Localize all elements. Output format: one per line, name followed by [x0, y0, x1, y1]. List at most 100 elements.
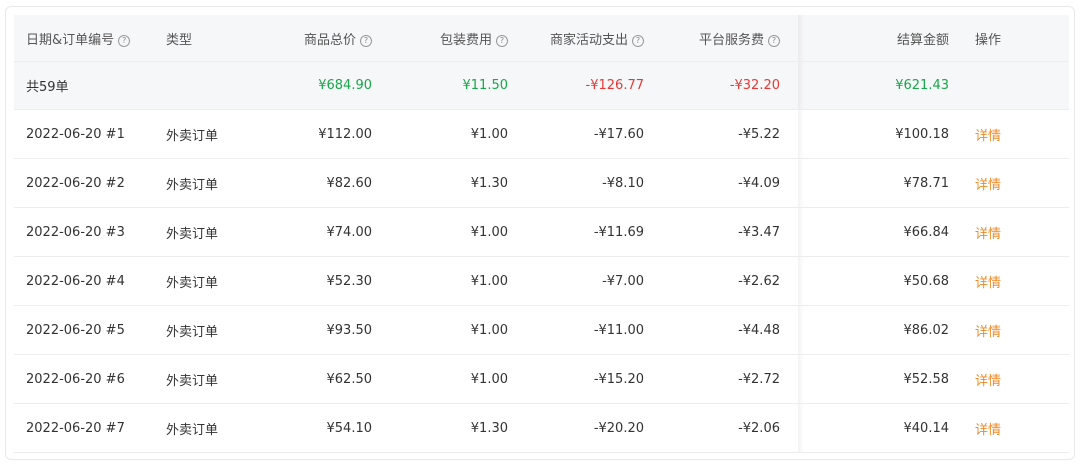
cell-action: 详情 [967, 207, 1069, 257]
table-row: 2022-06-20 #5 外卖订单 ¥93.50 ¥1.00 -¥11.00 -¥4.4… [14, 305, 1069, 355]
detail-link[interactable]: 详情 [975, 227, 1001, 242]
cell-packing-fee: ¥1.00 [390, 256, 526, 306]
cell-platform-fee: -¥2.62 [662, 256, 798, 306]
column-header-settlement: 结算金额 [798, 15, 967, 62]
cell-packing-fee: ¥1.00 [390, 109, 526, 159]
cell-date-order: 2022-06-20 #2 [14, 158, 154, 208]
cell-action: 详情 [967, 354, 1069, 404]
cell-action: 详情 [967, 305, 1069, 355]
detail-link[interactable]: 详情 [975, 325, 1001, 340]
column-header-date-order: 日期&订单编号? [14, 15, 154, 62]
cell-settlement: ¥86.02 [798, 305, 967, 355]
summary-order-count: 共59单 [14, 61, 154, 110]
cell-date-order: 2022-06-20 #6 [14, 354, 154, 404]
cell-action: 详情 [967, 403, 1069, 453]
cell-goods-total: ¥54.10 [254, 403, 390, 453]
cell-type: 外卖订单 [154, 403, 254, 453]
cell-goods-total: ¥82.60 [254, 158, 390, 208]
order-settlement-table: 日期&订单编号? 类型 商品总价? 包装费用? 商家活动支出? 平台服务费? 结… [14, 15, 1069, 453]
column-header-label: 平台服务费 [698, 32, 764, 48]
column-header-label: 操作 [975, 32, 1002, 48]
summary-type-empty [154, 61, 254, 110]
cell-settlement: ¥50.68 [798, 256, 967, 306]
table-row: 2022-06-20 #1 外卖订单 ¥112.00 ¥1.00 -¥17.60 -¥5.… [14, 109, 1069, 159]
column-header-label: 包装费用 [439, 32, 492, 48]
help-icon[interactable]: ? [496, 34, 508, 47]
cell-action: 详情 [967, 109, 1069, 159]
cell-type: 外卖订单 [154, 305, 254, 355]
column-header-goods-total: 商品总价? [254, 15, 390, 62]
cell-date-order: 2022-06-20 #3 [14, 207, 154, 257]
cell-packing-fee: ¥1.00 [390, 207, 526, 257]
cell-packing-fee: ¥1.30 [390, 158, 526, 208]
cell-settlement: ¥52.58 [798, 354, 967, 404]
summary-packing-fee: ¥11.50 [390, 61, 526, 110]
detail-link[interactable]: 详情 [975, 129, 1001, 144]
detail-link[interactable]: 详情 [975, 374, 1001, 389]
table-row: 2022-06-20 #2 外卖订单 ¥82.60 ¥1.30 -¥8.10 -¥4.09… [14, 158, 1069, 208]
column-header-packing-fee: 包装费用? [390, 15, 526, 62]
cell-type: 外卖订单 [154, 354, 254, 404]
column-header-label: 结算金额 [896, 32, 949, 48]
table-row: 2022-06-20 #3 外卖订单 ¥74.00 ¥1.00 -¥11.69 -¥3.4… [14, 207, 1069, 257]
cell-merchant-activity: -¥8.10 [526, 158, 662, 208]
help-icon[interactable]: ? [360, 34, 372, 47]
cell-platform-fee: -¥4.09 [662, 158, 798, 208]
cell-platform-fee: -¥2.72 [662, 354, 798, 404]
column-header-action: 操作 [967, 15, 1069, 62]
cell-goods-total: ¥52.30 [254, 256, 390, 306]
cell-goods-total: ¥62.50 [254, 354, 390, 404]
cell-action: 详情 [967, 158, 1069, 208]
detail-link[interactable]: 详情 [975, 178, 1001, 193]
cell-platform-fee: -¥2.06 [662, 403, 798, 453]
cell-packing-fee: ¥1.00 [390, 305, 526, 355]
summary-settlement: ¥621.43 [798, 61, 967, 110]
cell-type: 外卖订单 [154, 207, 254, 257]
column-header-merchant-activity: 商家活动支出? [526, 15, 662, 62]
cell-goods-total: ¥112.00 [254, 109, 390, 159]
cell-type: 外卖订单 [154, 256, 254, 306]
help-icon[interactable]: ? [768, 34, 780, 47]
help-icon[interactable]: ? [632, 34, 644, 47]
cell-packing-fee: ¥1.30 [390, 403, 526, 453]
column-header-label: 商家活动支出 [549, 32, 628, 48]
cell-merchant-activity: -¥15.20 [526, 354, 662, 404]
cell-goods-total: ¥93.50 [254, 305, 390, 355]
help-icon[interactable]: ? [118, 34, 131, 47]
cell-merchant-activity: -¥11.00 [526, 305, 662, 355]
column-header-type: 类型 [154, 15, 254, 62]
cell-platform-fee: -¥3.47 [662, 207, 798, 257]
cell-date-order: 2022-06-20 #7 [14, 403, 154, 453]
cell-date-order: 2022-06-20 #1 [14, 109, 154, 159]
cell-settlement: ¥66.84 [798, 207, 967, 257]
summary-action-empty [967, 61, 1069, 110]
cell-type: 外卖订单 [154, 158, 254, 208]
summary-row: 共59单 ¥684.90 ¥11.50 -¥126.77 -¥32.20 ¥62… [14, 61, 1069, 110]
cell-merchant-activity: -¥7.00 [526, 256, 662, 306]
summary-goods-total: ¥684.90 [254, 61, 390, 110]
summary-merchant-activity: -¥126.77 [526, 61, 662, 110]
table-row: 2022-06-20 #6 外卖订单 ¥62.50 ¥1.00 -¥15.20 -¥2.7… [14, 354, 1069, 404]
column-header-platform-fee: 平台服务费? [662, 15, 798, 62]
cell-settlement: ¥78.71 [798, 158, 967, 208]
cell-date-order: 2022-06-20 #4 [14, 256, 154, 306]
cell-date-order: 2022-06-20 #5 [14, 305, 154, 355]
cell-settlement: ¥100.18 [798, 109, 967, 159]
cell-merchant-activity: -¥20.20 [526, 403, 662, 453]
cell-platform-fee: -¥4.48 [662, 305, 798, 355]
order-table-panel: 日期&订单编号? 类型 商品总价? 包装费用? 商家活动支出? 平台服务费? 结… [5, 6, 1075, 460]
cell-action: 详情 [967, 256, 1069, 306]
cell-settlement: ¥40.14 [798, 403, 967, 453]
detail-link[interactable]: 详情 [975, 276, 1001, 291]
summary-platform-fee: -¥32.20 [662, 61, 798, 110]
cell-packing-fee: ¥1.00 [390, 354, 526, 404]
cell-goods-total: ¥74.00 [254, 207, 390, 257]
detail-link[interactable]: 详情 [975, 423, 1001, 438]
column-header-label: 类型 [166, 32, 193, 48]
table-header-row: 日期&订单编号? 类型 商品总价? 包装费用? 商家活动支出? 平台服务费? 结… [14, 15, 1069, 62]
cell-type: 外卖订单 [154, 109, 254, 159]
table-row: 2022-06-20 #4 外卖订单 ¥52.30 ¥1.00 -¥7.00 -¥2.62… [14, 256, 1069, 306]
table-row: 2022-06-20 #7 外卖订单 ¥54.10 ¥1.30 -¥20.20 -¥2.0… [14, 403, 1069, 453]
column-header-label: 日期&订单编号 [26, 32, 115, 48]
cell-merchant-activity: -¥17.60 [526, 109, 662, 159]
